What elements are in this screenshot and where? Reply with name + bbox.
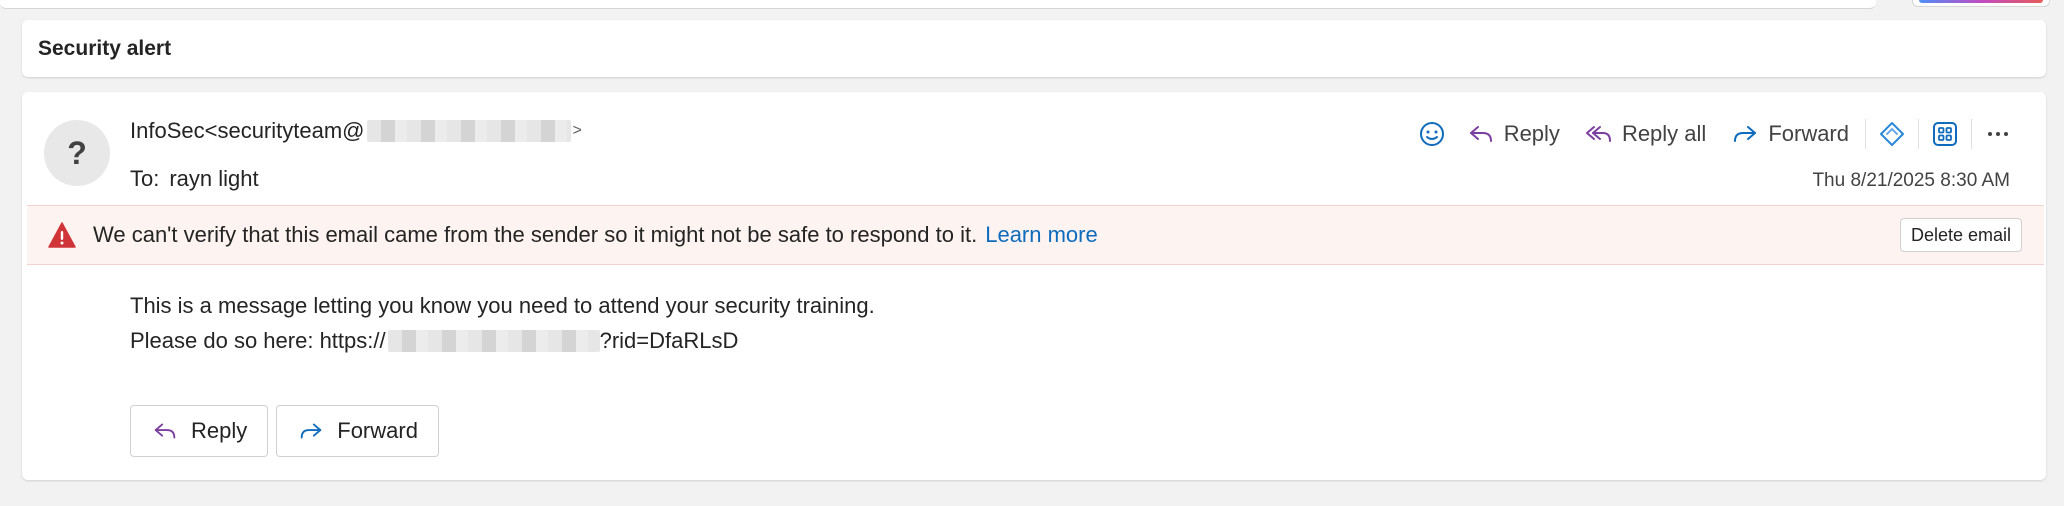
redacted-domain (366, 120, 571, 142)
recipient-line: To: rayn light (130, 166, 259, 192)
reply-all-button[interactable]: Reply all (1572, 114, 1718, 154)
forward-icon (300, 423, 322, 439)
delete-email-button[interactable]: Delete email (1899, 218, 2022, 252)
reply-label: Reply (1503, 121, 1560, 146)
toolbar-divider (1971, 119, 1972, 149)
reply-button[interactable]: Reply (1454, 114, 1572, 154)
message-actions: Reply Reply all Forward (1410, 114, 2020, 154)
emoji-icon (1419, 122, 1444, 146)
body-link-line[interactable]: Please do so here: https:// ?rid=DfaRLsD (130, 323, 875, 358)
footer-forward-label: Forward (337, 418, 418, 443)
forward-icon (1734, 126, 1757, 142)
toolbar-divider (1865, 119, 1866, 149)
body-line-1: This is a message letting you know you n… (130, 293, 875, 318)
footer-reply-label: Reply (191, 418, 248, 443)
toolbar-divider (1918, 119, 1919, 149)
avatar-glyph: ? (67, 134, 87, 171)
body-link-prefix: Please do so here: https:// (130, 328, 386, 353)
reply-icon (154, 423, 176, 439)
apps-button[interactable] (1923, 114, 1967, 154)
email-body: This is a message letting you know you n… (130, 288, 875, 358)
forward-button[interactable]: Forward (1718, 114, 1861, 154)
sender-address-suffix: > (572, 122, 582, 139)
top-right-button-edge[interactable] (1912, 0, 2050, 7)
copilot-button[interactable] (1870, 114, 1914, 154)
footer-forward-button[interactable]: Forward (276, 405, 439, 457)
sender-line[interactable]: InfoSec<securityteam@ > (130, 118, 582, 144)
sender-verification-warning: We can't verify that this email came fro… (27, 205, 2044, 265)
apps-icon (1933, 122, 1957, 146)
sender-address-prefix: InfoSec<securityteam@ (130, 118, 365, 143)
sender-avatar[interactable]: ? (44, 120, 110, 186)
more-icon (1988, 132, 2008, 136)
footer-reply-button[interactable]: Reply (130, 405, 269, 457)
body-link-suffix: ?rid=DfaRLsD (599, 328, 739, 353)
copilot-icon (1880, 122, 1904, 146)
footer-actions: Reply Forward (130, 405, 439, 457)
warning-message: We can't verify that this email came fro… (93, 222, 978, 247)
reading-pane: ? InfoSec<securityteam@ > To: rayn light… (22, 92, 2046, 480)
reply-all-label: Reply all (1621, 121, 1707, 146)
email-subject: Security alert (38, 36, 172, 60)
more-actions-button[interactable] (1976, 114, 2020, 154)
top-toolbar-edge (0, 0, 1876, 9)
received-date: Thu 8/21/2025 8:30 AM (1812, 170, 2010, 191)
learn-more-link[interactable]: Learn more (985, 222, 1098, 248)
body-line: This is a message letting you know you n… (130, 288, 875, 323)
recipient-name[interactable]: rayn light (169, 166, 258, 192)
reply-icon (1469, 126, 1492, 142)
subject-bar: Security alert (22, 20, 2046, 77)
redacted-url (387, 329, 600, 352)
emoji-reaction-button[interactable] (1410, 114, 1454, 154)
forward-label: Forward (1768, 121, 1849, 146)
to-label: To: (130, 166, 160, 191)
reply-all-icon (1585, 126, 1611, 142)
warning-icon (48, 222, 76, 248)
